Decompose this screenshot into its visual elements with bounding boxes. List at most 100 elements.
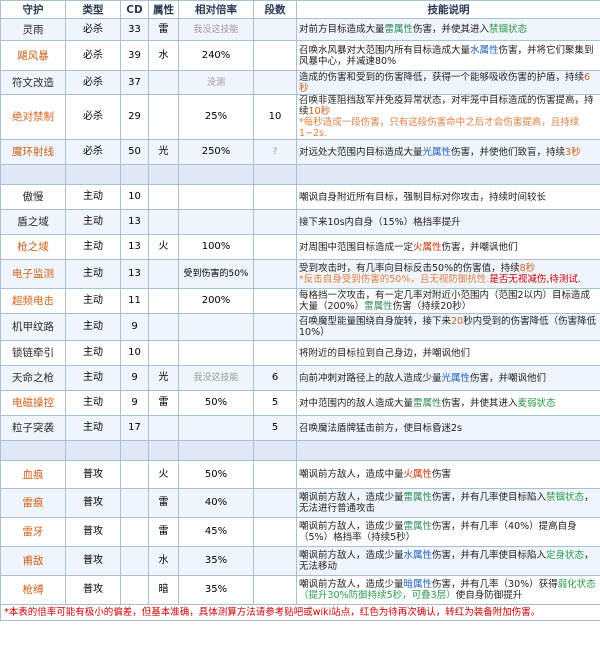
skill-cd: 11 [120, 288, 149, 314]
skill-cd: 13 [120, 259, 149, 289]
skill-rate: 35% [178, 546, 254, 576]
table-row: 雷牙 普攻 雷 45% 嘲讽前方敌人，造成少量雷属性伤害，并有几率（40%）提高… [0, 517, 600, 547]
header-guardian: 守护 [0, 0, 66, 19]
skill-attr [148, 209, 179, 235]
skill-hits [253, 209, 297, 235]
header-cd: CD [120, 0, 149, 19]
skill-desc: 嘲讽前方敌人，造成少量雷属性伤害，并有几率（40%）提高自身（5%）格挡率（持续… [296, 517, 600, 547]
desc-text: 伤害（持续20秒） [392, 301, 472, 312]
desc-keyword: 光属性 [441, 372, 471, 384]
desc-text: 召唤水风暴对大范围内所有目标造成大量 [299, 44, 471, 56]
skill-desc: 召唤魔型能量围绕自身旋转，接下来20秒内受到的伤害降低（伤害降低10%） [296, 313, 600, 341]
skill-cd: 50 [120, 139, 149, 165]
table-row: 锁链牵引 主动 10 将附近的目标拉到自己身边，并嘲讽他们 [0, 340, 600, 366]
skill-rate: 受到伤害的50% [178, 259, 254, 289]
skill-name: 天命之枪 [0, 365, 66, 391]
skill-hits [253, 340, 297, 366]
desc-keyword: 10秒 [308, 106, 331, 117]
skill-desc: 对周围中范围目标造成一定火属性伤害，并嘲讽他们 [296, 234, 600, 260]
skill-desc: 受到攻击时，有几率向目标反击50%的伤害值，持续8秒 *反击自身受到伤害的50%，… [296, 259, 600, 289]
skill-hits [253, 575, 297, 605]
skill-desc: 召唤水风暴对大范围内所有目标造成大量水属性伤害，并将它们聚集到风暴中心，并减速8… [296, 40, 600, 71]
skill-type: 主动 [65, 415, 121, 441]
skill-type: 普攻 [65, 488, 121, 518]
skill-attr: 水 [148, 546, 179, 576]
skill-name: 飓风暴 [0, 40, 66, 71]
skill-cd: 13 [120, 209, 149, 235]
desc-text: 伤害，并有几率使目标陷入 [432, 550, 547, 561]
skill-rate: 45% [178, 517, 254, 547]
skill-desc: 对远处大范围内目标造成大量光属性伤害，并使他们致盲，持续3秒 [296, 139, 600, 165]
skill-name: 盾之域 [0, 209, 66, 235]
skill-attr [148, 259, 179, 289]
desc-text: 对前方目标造成大量 [299, 24, 385, 35]
skill-cd: 37 [120, 70, 149, 95]
skill-name: 雷痕 [0, 488, 66, 518]
desc-text: 伤害，并嘲讽他们 [441, 241, 518, 253]
skill-rate [178, 340, 254, 366]
skill-attr: 火 [148, 234, 179, 260]
skill-hits [253, 70, 297, 95]
skill-rate: 35% [178, 575, 254, 605]
skill-desc: 嘲讽自身附近所有目标，强制目标对你攻击，持续时间较长 [296, 184, 600, 210]
skill-attr: 光 [148, 365, 179, 391]
skill-name: 魔环射线 [0, 139, 66, 165]
skill-type: 主动 [65, 288, 121, 314]
desc-status: 定身状态 [546, 550, 585, 561]
skill-cd: 13 [120, 234, 149, 260]
desc-text: 召唤魔型能量围绕自身旋转，接下来 [299, 316, 452, 327]
skill-rate: 200% [178, 288, 254, 314]
desc-keyword: 水属性 [403, 550, 433, 561]
footnote: *本表的倍率可能有极小的偏差，但基本准确，具体测算方法请参考贴吧或wiki站点，… [0, 604, 600, 621]
desc-keyword: 火属性 [403, 469, 433, 480]
skill-attr [148, 415, 179, 441]
skill-cd [120, 460, 149, 489]
desc-text: 对周围中范围目标造成一定 [299, 241, 414, 253]
skill-hits [253, 517, 297, 547]
desc-text: 伤害，并有几率使目标陷入 [432, 492, 547, 503]
desc-status: （提升30%防御持续5秒，可叠3层） [299, 590, 456, 601]
desc-keyword: 20 [451, 316, 464, 327]
skill-type: 必杀 [65, 94, 121, 140]
skill-hits: ? [253, 139, 297, 165]
desc-keyword: 雷属性 [364, 301, 393, 312]
footer-row: *本表的倍率可能有极小的偏差，但基本准确，具体测算方法请参考贴吧或wiki站点，… [0, 604, 600, 621]
skill-cd [120, 517, 149, 547]
skill-type: 必杀 [65, 70, 121, 95]
skill-rate: 25% [178, 94, 254, 140]
table-row: 枪之域 主动 13 火 100% 对周围中范围目标造成一定火属性伤害，并嘲讽他们 [0, 234, 600, 260]
table-row: 血痕 普攻 火 50% 嘲讽前方敌人，造成中量火属性伤害 [0, 460, 600, 489]
skill-attr [148, 70, 179, 95]
skill-rate [178, 209, 254, 235]
skill-cd [120, 488, 149, 518]
skill-type: 普攻 [65, 546, 121, 576]
header-row: 守护 类型 CD 属性 相对倍率 段数 技能说明 [0, 0, 600, 19]
skill-attr: 雷 [148, 390, 179, 416]
skill-name: 枪缚 [0, 575, 66, 605]
skill-hits [253, 184, 297, 210]
skill-attr [148, 313, 179, 341]
skill-hits: 5 [253, 390, 297, 416]
desc-note: *每秒造成一段伤害，只有这段伤害命中之后才会伤害提高，且持续1~2s. [299, 117, 580, 139]
table-row: 符文改造 必杀 37 没测 造成的伤害和受到的伤害降低，获得一个能够吸收伤害的护… [0, 70, 600, 95]
desc-text: 伤害，并嘲讽他们 [470, 372, 547, 384]
desc-status: 弱化状态 [557, 579, 596, 590]
skill-rate [178, 184, 254, 210]
table-row: 机甲纹路 主动 9 召唤魔型能量围绕自身旋转，接下来20秒内受到的伤害降低（伤害… [0, 313, 600, 341]
skill-hits [253, 546, 297, 576]
skill-name: 锁链牵引 [0, 340, 66, 366]
table-row: 雷痕 普攻 雷 40% 嘲讽前方敌人，造成少量雷属性伤害，并有几率使目标陷入禁锢… [0, 488, 600, 518]
header-rate: 相对倍率 [178, 0, 254, 19]
desc-text: 嘲讽前方敌人，造成少量 [299, 550, 404, 561]
skill-cd: 10 [120, 184, 149, 210]
desc-keyword: 水属性 [470, 44, 499, 56]
skill-type: 普攻 [65, 517, 121, 547]
skill-cd: 10 [120, 340, 149, 366]
skill-hits [253, 259, 297, 289]
skill-attr: 雷 [148, 517, 179, 547]
skill-type: 必杀 [65, 40, 121, 71]
skill-type: 普攻 [65, 460, 121, 489]
desc-text: 伤害 [432, 469, 452, 480]
desc-text: 伤害，并使其进入 [413, 24, 490, 35]
skill-type: 必杀 [65, 18, 121, 41]
